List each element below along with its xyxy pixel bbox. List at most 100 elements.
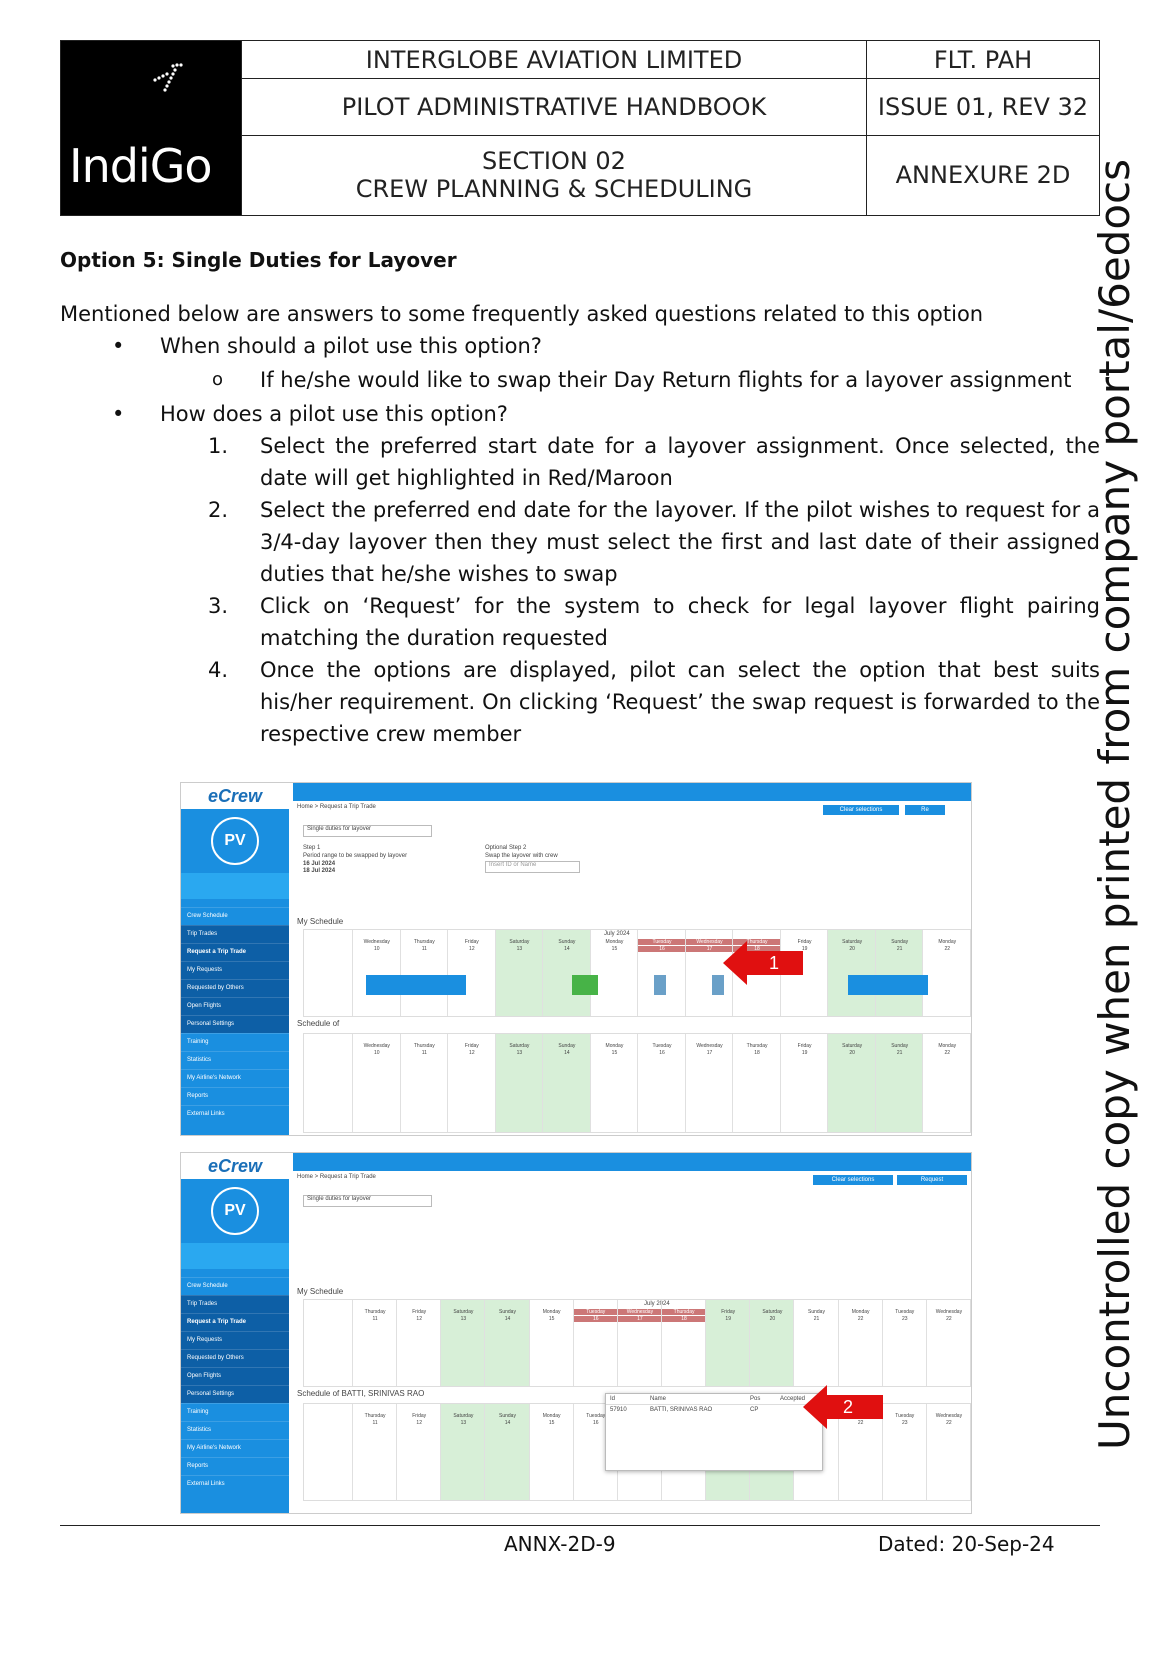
sidebar-item-statistics[interactable]: Statistics — [181, 1051, 289, 1069]
day-column[interactable]: Monday 15 — [589, 930, 639, 1016]
day-column[interactable]: Saturday 13 — [494, 930, 544, 1016]
day-name: Friday — [412, 1413, 427, 1419]
day-column[interactable]: Thursday18 — [661, 1300, 707, 1386]
day-column[interactable]: Monday 15 — [528, 1300, 574, 1386]
breadcrumb: Home > Request a Trip Trade — [297, 804, 376, 810]
my-schedule-label: My Schedule — [297, 917, 344, 926]
day-column[interactable]: Wednesday17 — [616, 1300, 662, 1386]
duty-bar[interactable] — [848, 975, 928, 995]
day-column[interactable]: Friday 12 — [447, 1034, 496, 1132]
sidebar-item-network[interactable]: My Airline's Network — [181, 1069, 289, 1087]
marker-2: 2 — [843, 1397, 853, 1417]
day-column[interactable]: Thursday 11 — [399, 1034, 449, 1132]
day-column[interactable]: Sunday21 — [793, 1300, 838, 1386]
day-name: Monday — [851, 1309, 870, 1315]
sidebar-item-request-trip-trade[interactable]: Request a Trip Trade — [181, 943, 289, 961]
day-column[interactable]: Friday 12 — [396, 1404, 441, 1500]
day-name: Thursday — [413, 1043, 435, 1049]
day-column[interactable]: Thursday18 — [732, 1034, 781, 1132]
sidebar-item-network[interactable]: My Airline's Network — [181, 1439, 289, 1457]
sidebar-item-reports[interactable]: Reports — [181, 1087, 289, 1105]
day-column[interactable]: Saturday20 — [827, 1034, 876, 1132]
day-column[interactable]: Thursday 11 — [399, 930, 449, 1016]
avatar[interactable]: PV — [211, 817, 259, 865]
day-number: 15 — [611, 946, 618, 952]
day-column[interactable]: Saturday 13 — [494, 1034, 544, 1132]
request-button[interactable]: Re — [905, 805, 945, 815]
day-column[interactable]: Monday22 — [922, 1034, 971, 1132]
sidebar-item-crew-schedule[interactable]: Crew Schedule — [181, 1277, 289, 1295]
day-column[interactable]: Monday22 — [837, 1300, 883, 1386]
day-column[interactable]: Wednesday 10 — [352, 930, 401, 1016]
top-bar — [293, 1153, 971, 1171]
day-column[interactable]: Saturday 13 — [440, 1300, 486, 1386]
question-1: When should a pilot use this option? — [60, 330, 1100, 362]
day-column[interactable]: Monday 15 — [528, 1404, 574, 1500]
duty-bar[interactable] — [654, 975, 666, 995]
day-column[interactable]: Sunday 14 — [542, 1034, 591, 1132]
day-column[interactable]: Sunday 14 — [542, 930, 591, 1016]
intro-text: Mentioned below are answers to some freq… — [60, 302, 984, 326]
sidebar-item-statistics[interactable]: Statistics — [181, 1421, 289, 1439]
day-column[interactable]: Sunday21 — [874, 930, 924, 1016]
day-column[interactable]: Tuesday 16 — [637, 1034, 686, 1132]
sidebar-item-my-requests[interactable]: My Requests — [181, 961, 289, 979]
day-column[interactable]: Friday19 — [779, 1034, 829, 1132]
day-column[interactable]: Sunday 14 — [484, 1300, 530, 1386]
sidebar-item-external-links[interactable]: External Links — [181, 1105, 289, 1123]
duty-bar[interactable] — [572, 975, 598, 995]
sidebar-item-crew-schedule[interactable]: Crew Schedule — [181, 907, 289, 925]
sidebar-item-personal-settings[interactable]: Personal Settings — [181, 1385, 289, 1403]
day-column[interactable]: Wednesday 22 — [925, 1404, 971, 1500]
day-column[interactable]: Friday 12 — [447, 930, 496, 1016]
day-column[interactable]: Tuesday 23 — [881, 1300, 927, 1386]
day-column[interactable]: Saturday20 — [827, 930, 876, 1016]
day-column[interactable]: Monday22 — [922, 930, 971, 1016]
day-number: 15 — [548, 1420, 555, 1426]
sidebar-item-reports[interactable]: Reports — [181, 1457, 289, 1475]
breadcrumb: Home > Request a Trip Trade — [297, 1174, 376, 1180]
popup-row[interactable]: 57910 BATTI, SRINIVAS RAO CP — [606, 1405, 822, 1415]
sidebar-item-requested-by-others[interactable]: Requested by Others — [181, 979, 289, 997]
duty-bar[interactable] — [366, 975, 466, 995]
crew-select-popup[interactable]: Id Name Pos Accepted 57910 BATTI, SRINIV… — [605, 1393, 823, 1471]
day-name: Sunday — [499, 1413, 516, 1419]
day-number: 20 — [849, 946, 855, 952]
sidebar-item-training[interactable]: Training — [181, 1403, 289, 1421]
day-column[interactable]: Sunday 14 — [484, 1404, 530, 1500]
annexure: ANNEXURE 2D — [866, 134, 1100, 217]
sidebar-item-personal-settings[interactable]: Personal Settings — [181, 1015, 289, 1033]
day-column[interactable]: Sunday21 — [874, 1034, 924, 1132]
day-number: 13 — [460, 1420, 467, 1426]
option-select[interactable]: Single duties for layover — [303, 1195, 432, 1207]
sidebar-item-my-requests[interactable]: My Requests — [181, 1331, 289, 1349]
crew-name: BATTI, SRINIVAS RAO — [341, 1389, 425, 1398]
day-column[interactable]: Saturday 13 — [440, 1404, 486, 1500]
avatar[interactable]: PV — [211, 1187, 259, 1235]
sidebar-item-request-trip-trade[interactable]: Request a Trip Trade — [181, 1313, 289, 1331]
day-column[interactable]: Monday 15 — [589, 1034, 639, 1132]
clear-selections-button[interactable]: Clear selections — [813, 1175, 893, 1185]
day-column[interactable]: Wednesday 22 — [925, 1300, 971, 1386]
sidebar-item-trip-trades[interactable]: Trip Trades — [181, 925, 289, 943]
day-column[interactable]: Friday19 — [705, 1300, 751, 1386]
day-column[interactable]: Wednesday17 — [684, 1034, 734, 1132]
crew-search-input[interactable]: Insert ID or Name — [485, 861, 580, 873]
option-select[interactable]: Single duties for layover — [303, 825, 432, 837]
day-column[interactable]: Thursday 11 — [352, 1404, 397, 1500]
request-button[interactable]: Request — [897, 1175, 967, 1185]
day-column[interactable]: Tuesday 16 — [637, 930, 686, 1016]
day-column[interactable]: Wednesday 10 — [352, 1034, 401, 1132]
clear-selections-button[interactable]: Clear selections — [823, 805, 899, 815]
sidebar-item-trip-trades[interactable]: Trip Trades — [181, 1295, 289, 1313]
sidebar-item-external-links[interactable]: External Links — [181, 1475, 289, 1493]
sidebar-item-open-flights[interactable]: Open Flights — [181, 1367, 289, 1385]
sidebar-item-open-flights[interactable]: Open Flights — [181, 997, 289, 1015]
day-column[interactable]: Friday 12 — [396, 1300, 441, 1386]
sidebar-item-requested-by-others[interactable]: Requested by Others — [181, 1349, 289, 1367]
day-column[interactable]: Thursday 11 — [352, 1300, 397, 1386]
sidebar-item-training[interactable]: Training — [181, 1033, 289, 1051]
day-column[interactable]: Saturday20 — [749, 1300, 795, 1386]
day-column[interactable]: Tuesday 16 — [572, 1300, 618, 1386]
day-column[interactable]: Tuesday 23 — [881, 1404, 927, 1500]
